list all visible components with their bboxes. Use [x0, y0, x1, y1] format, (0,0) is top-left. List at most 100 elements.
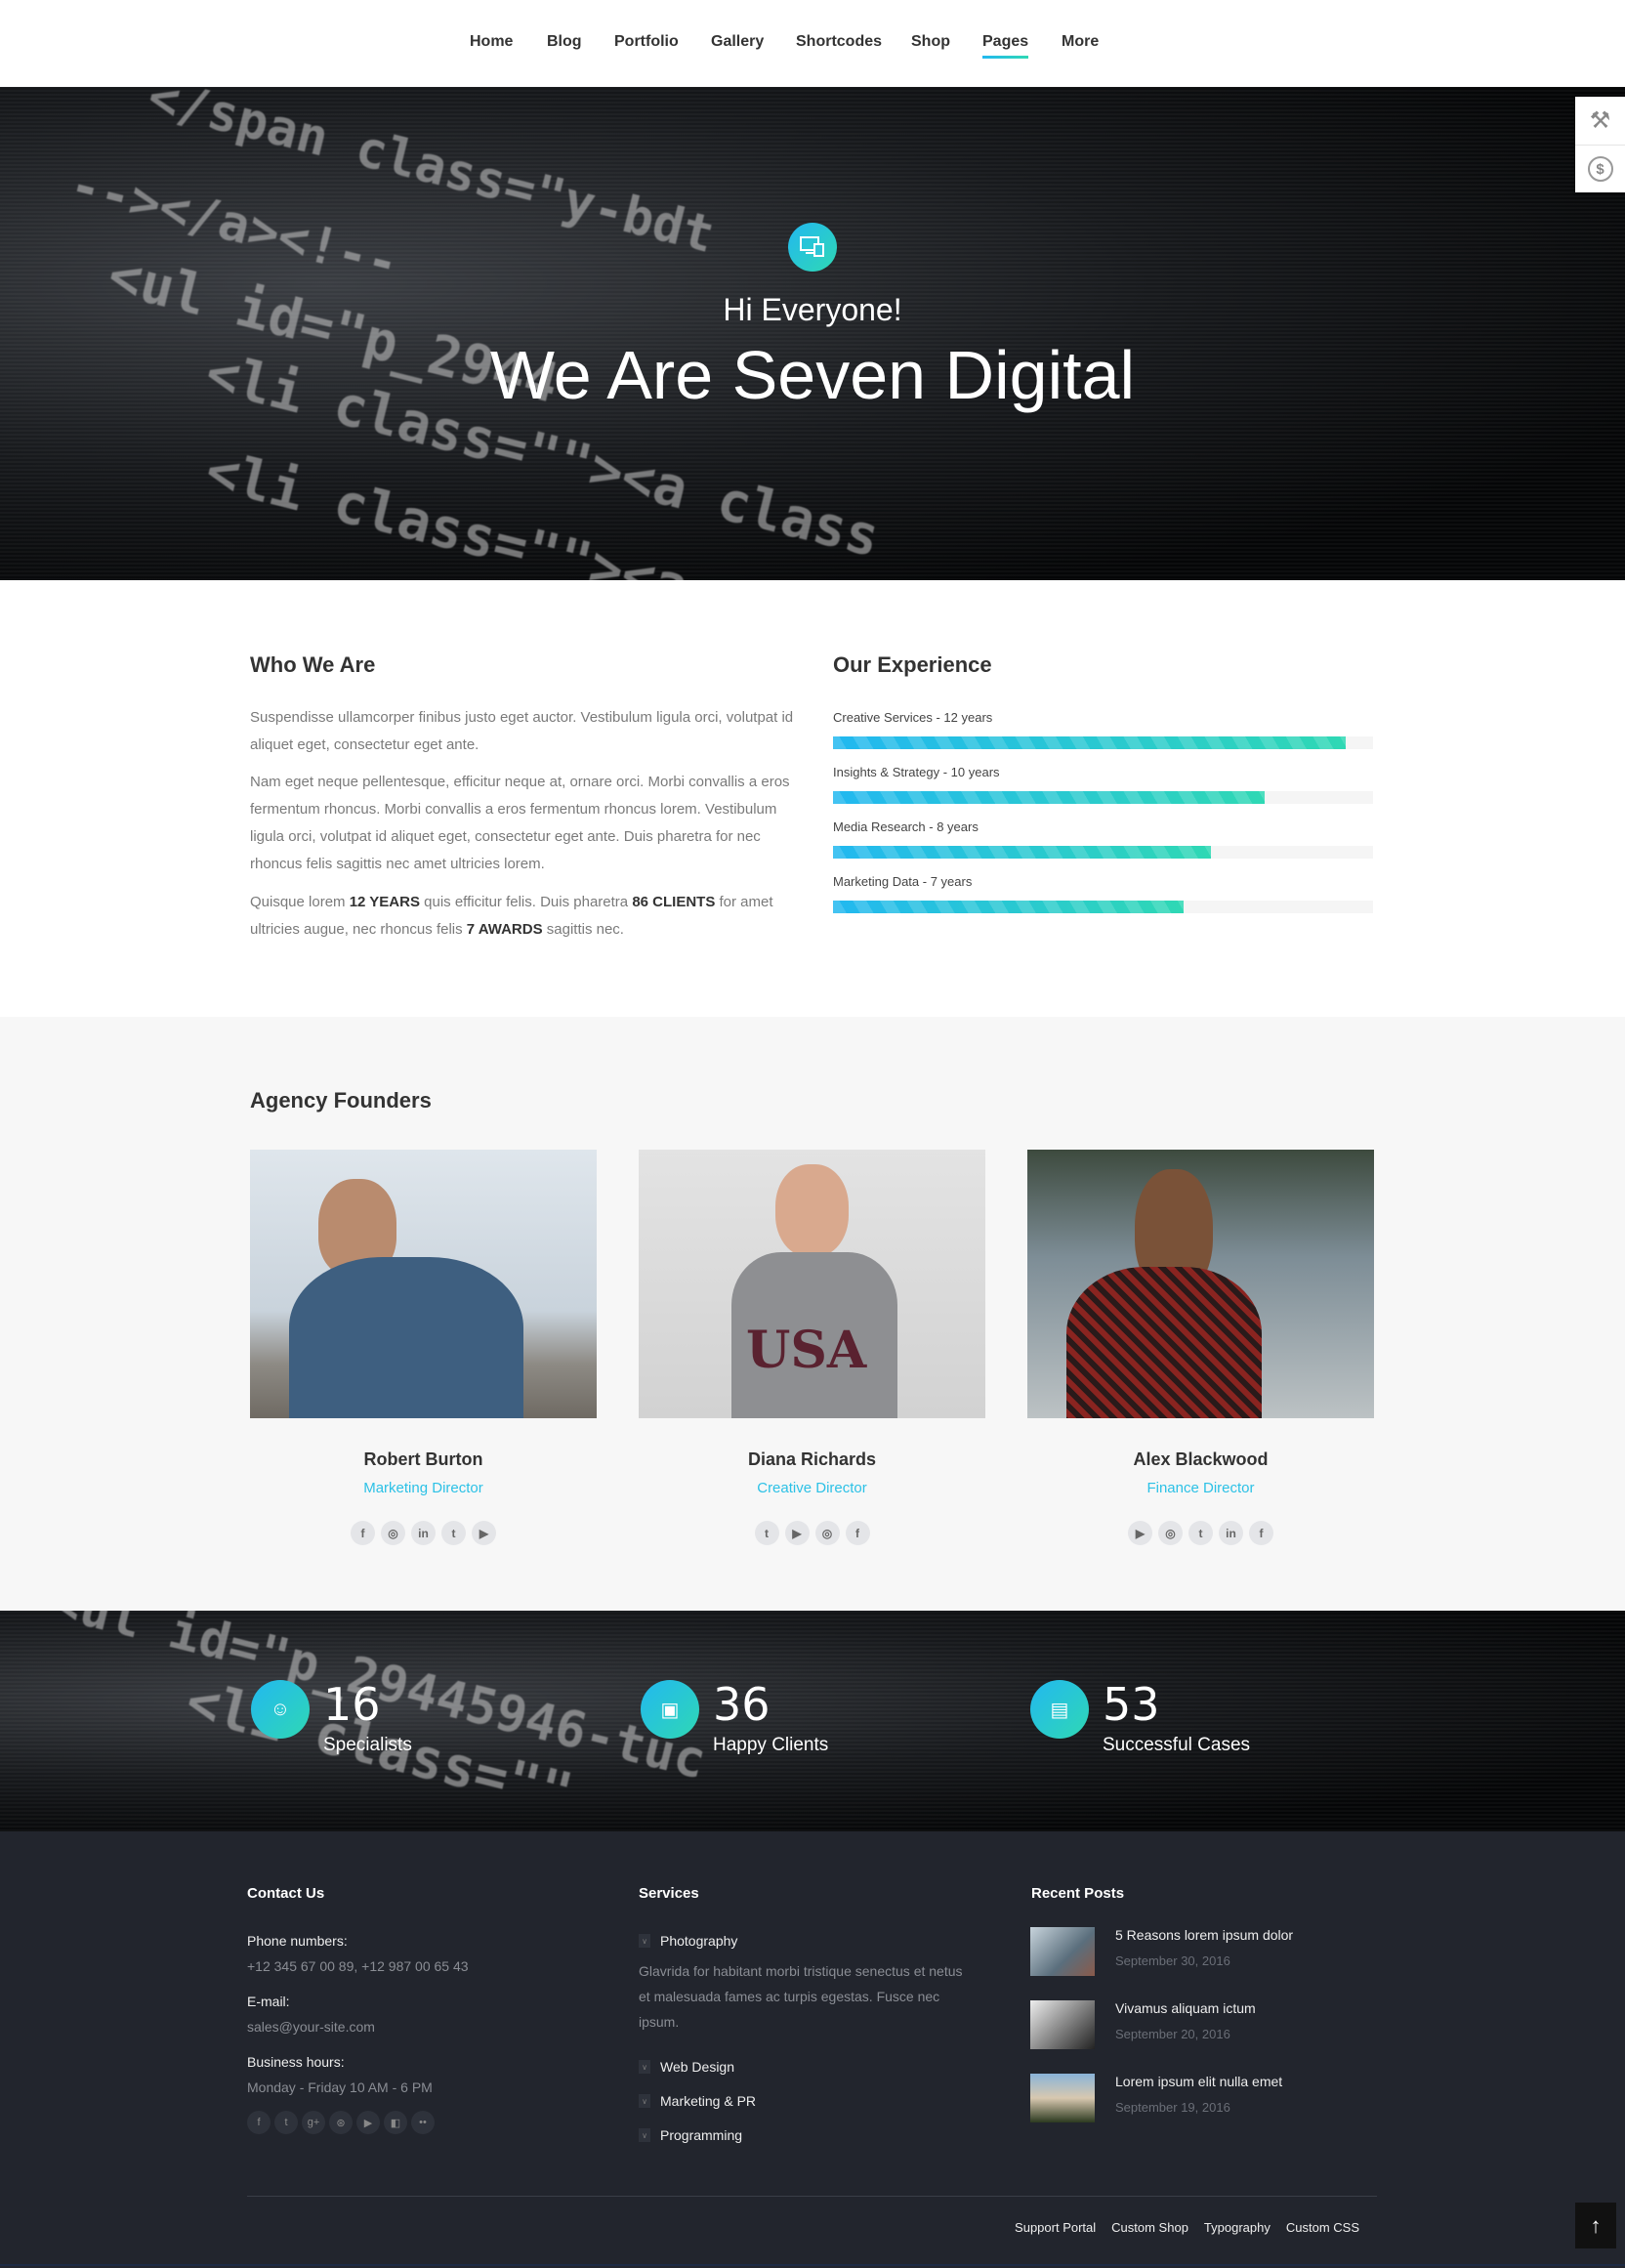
who-paragraph-2: Nam eget neque pellentesque, efficitur n… [250, 774, 790, 872]
tools-icon[interactable]: ⚒ [1575, 97, 1625, 145]
youtube-icon[interactable]: ▶ [472, 1521, 496, 1545]
service-marketing[interactable]: ∨ Marketing & PR [639, 2093, 756, 2109]
linkedin-icon[interactable]: in [411, 1521, 436, 1545]
twitter-icon[interactable]: t [274, 2111, 298, 2134]
link-typography[interactable]: Typography [1204, 2220, 1271, 2235]
founder-photo: USA [639, 1150, 985, 1418]
founder-role: Marketing Director [363, 1480, 483, 1496]
post-title[interactable]: Lorem ipsum elit nulla emet [1115, 2074, 1282, 2089]
link-custom-css[interactable]: Custom CSS [1286, 2220, 1359, 2235]
nav-more[interactable]: More [1062, 33, 1099, 51]
service-web-design[interactable]: ∨ Web Design [639, 2059, 734, 2075]
phone-value: +12 345 67 00 89, +12 987 00 65 43 [247, 1958, 469, 1974]
facebook-icon[interactable]: f [1249, 1521, 1273, 1545]
nav-pages[interactable]: Pages [982, 33, 1029, 59]
recent-post: 5 Reasons lorem ipsum dolor September 30,… [1030, 1927, 1382, 1976]
contact-card-icon: ▣ [641, 1680, 699, 1739]
google-plus-icon[interactable]: g+ [302, 2111, 325, 2134]
linkedin-icon[interactable]: in [1219, 1521, 1243, 1545]
skill-label: Media Research - 8 years [833, 819, 979, 834]
skill-bar [833, 791, 1373, 804]
hours-label: Business hours: [247, 2054, 345, 2070]
post-title[interactable]: Vivamus aliquam ictum [1115, 2000, 1256, 2016]
p3-bold: 7 AWARDS [466, 921, 543, 938]
skill-label: Marketing Data - 7 years [833, 874, 973, 889]
service-label: Web Design [660, 2059, 735, 2075]
instagram-icon[interactable]: ◎ [381, 1521, 405, 1545]
twitter-icon[interactable]: t [1188, 1521, 1213, 1545]
contact-heading: Contact Us [247, 1885, 325, 1902]
chevron-down-icon: ∨ [639, 2060, 650, 2074]
post-thumbnail[interactable] [1030, 2000, 1095, 2049]
link-support-portal[interactable]: Support Portal [1015, 2220, 1096, 2235]
briefcase-icon: ▤ [1030, 1680, 1089, 1739]
youtube-icon[interactable]: ▶ [784, 1521, 810, 1545]
service-label: Photography [660, 1933, 738, 1949]
nav-shop[interactable]: Shop [911, 33, 950, 51]
footer-socials: f t g+ ⊛ ▶ ◧ •• [247, 2111, 435, 2134]
service-programming[interactable]: ∨ Programming [639, 2127, 742, 2143]
agency-founders-section: Agency Founders USA Robert Burton Marketi… [0, 1017, 1625, 1611]
skill-bar [833, 846, 1373, 859]
monitor-devices-icon [788, 223, 837, 272]
dollar-icon[interactable]: $ [1575, 145, 1625, 192]
nav-blog[interactable]: Blog [547, 33, 582, 51]
post-thumbnail[interactable] [1030, 1927, 1095, 1976]
founder-role: Finance Director [1146, 1480, 1255, 1496]
youtube-icon[interactable]: ▶ [356, 2111, 380, 2134]
skill-bar [833, 901, 1373, 913]
post-date: September 30, 2016 [1115, 1953, 1230, 1968]
stat-value: 16 [323, 1678, 381, 1731]
service-photography[interactable]: ∨ Photography [639, 1933, 737, 1949]
footer-links: Support Portal Custom Shop Typography Cu… [1015, 2220, 1359, 2235]
email-label: E-mail: [247, 1994, 290, 2009]
post-date: September 19, 2016 [1115, 2100, 1230, 2115]
our-experience-heading: Our Experience [833, 652, 992, 677]
bottom-edge [0, 2264, 1625, 2266]
facebook-icon[interactable]: f [247, 2111, 271, 2134]
post-thumbnail[interactable] [1030, 2074, 1095, 2122]
twitter-icon[interactable]: t [754, 1521, 779, 1545]
founder-name: Diana Richards [747, 1449, 877, 1469]
nav-portfolio[interactable]: Portfolio [614, 33, 679, 51]
skill-label: Creative Services - 12 years [833, 710, 993, 725]
delicious-icon[interactable]: ◧ [384, 2111, 407, 2134]
service-label: Programming [660, 2127, 743, 2143]
founder-socials: t ▶ ◎ f [639, 1521, 985, 1545]
youtube-icon[interactable]: ▶ [1128, 1521, 1152, 1545]
chevron-down-icon: ∨ [639, 2128, 650, 2142]
service-label: Marketing & PR [660, 2093, 757, 2109]
founder-name: Robert Burton [363, 1449, 483, 1469]
instagram-icon[interactable]: ◎ [1158, 1521, 1183, 1545]
post-date: September 20, 2016 [1115, 2027, 1230, 2041]
nav-gallery[interactable]: Gallery [711, 33, 764, 51]
chevron-down-icon: ∨ [639, 2094, 650, 2108]
hero-title: We Are Seven Digital [489, 337, 1136, 413]
stat-value: 36 [713, 1678, 771, 1731]
hours-value: Monday - Friday 10 AM - 6 PM [247, 2079, 433, 2095]
skill-label: Insights & Strategy - 10 years [833, 765, 1000, 779]
nav-home[interactable]: Home [470, 33, 513, 51]
stat-label: Happy Clients [713, 1735, 829, 1755]
stat-label: Successful Cases [1103, 1735, 1251, 1755]
nav-shortcodes[interactable]: Shortcodes [796, 33, 882, 51]
founder-name: Alex Blackwood [1133, 1449, 1269, 1469]
p3-text: sagittis nec. [542, 921, 624, 938]
recent-post: Lorem ipsum elit nulla emet September 19,… [1030, 2074, 1382, 2122]
link-custom-shop[interactable]: Custom Shop [1111, 2220, 1188, 2235]
facebook-icon[interactable]: f [351, 1521, 375, 1545]
post-title[interactable]: 5 Reasons lorem ipsum dolor [1115, 1927, 1293, 1943]
scroll-to-top-button[interactable]: ↑ [1575, 2203, 1616, 2248]
founder-socials: f ◎ in t ▶ [250, 1521, 597, 1545]
facebook-icon[interactable]: f [845, 1521, 870, 1545]
id-badge-icon: ☺ [251, 1680, 310, 1739]
recent-post: Vivamus aliquam ictum September 20, 2016 [1030, 2000, 1382, 2049]
instagram-icon[interactable]: ◎ [814, 1521, 840, 1545]
email-link[interactable]: sales@your-site.com [247, 2019, 375, 2035]
flickr-icon[interactable]: •• [411, 2111, 435, 2134]
twitter-icon[interactable]: t [441, 1521, 466, 1545]
footer-divider [247, 2196, 1377, 2197]
dribbble-icon[interactable]: ⊛ [329, 2111, 353, 2134]
stat-value: 53 [1103, 1678, 1160, 1731]
recent-posts-heading: Recent Posts [1031, 1885, 1125, 1902]
